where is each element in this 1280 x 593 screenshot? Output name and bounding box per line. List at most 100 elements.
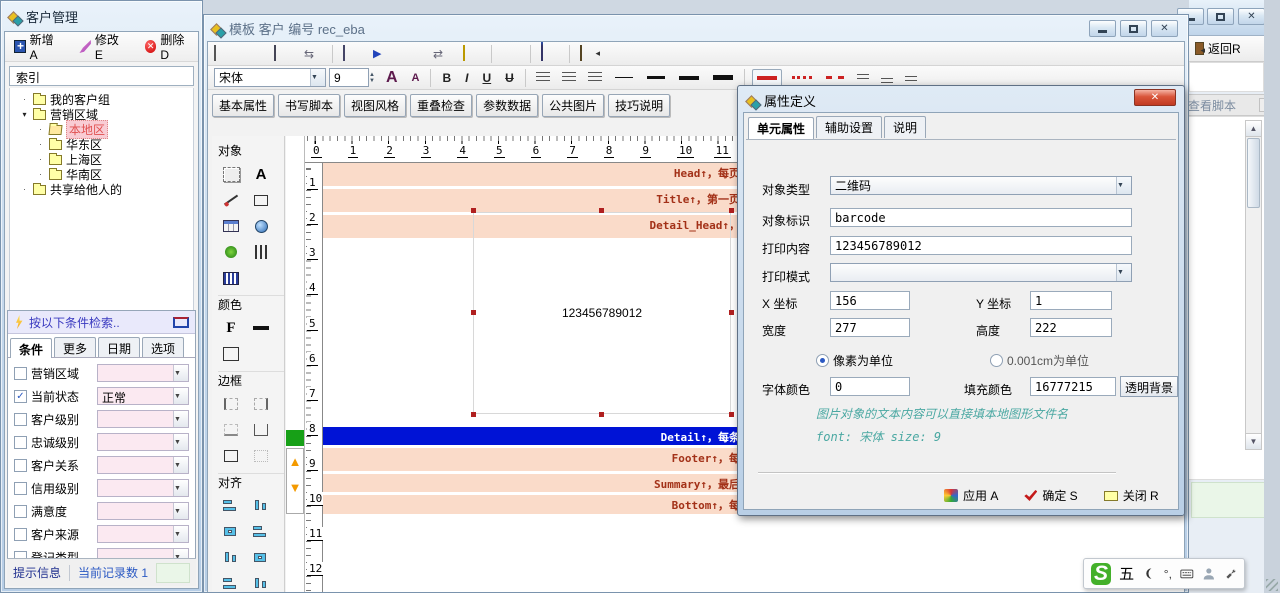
bold-button[interactable]: B [442, 71, 451, 85]
condition-select[interactable]: ▼ [97, 410, 189, 428]
moon-icon[interactable] [1142, 566, 1156, 581]
checkbox[interactable] [14, 528, 27, 541]
exit-door-button[interactable] [580, 46, 598, 62]
maximize-button[interactable] [1120, 20, 1147, 37]
condition-select[interactable]: ▼ [97, 525, 189, 543]
minimize-button[interactable] [1089, 20, 1116, 37]
resize-handle[interactable] [471, 412, 476, 417]
checkbox[interactable] [14, 367, 27, 380]
ok-button[interactable]: 确定 S [1024, 487, 1077, 504]
checkbox[interactable]: ✓ [14, 390, 27, 403]
line-color-button[interactable] [247, 316, 275, 340]
condition-select[interactable]: ▼ [97, 433, 189, 451]
print-content-input[interactable] [830, 236, 1132, 255]
filter-icon[interactable] [173, 317, 189, 328]
line-heavy-button[interactable] [713, 75, 733, 80]
new-file-button[interactable] [214, 46, 232, 62]
italic-button[interactable]: I [465, 71, 468, 85]
text-tool[interactable]: A [247, 162, 275, 186]
user-icon[interactable] [1202, 566, 1216, 581]
align-left-icon[interactable] [536, 72, 550, 83]
scroll-down-icon[interactable]: ▼ [1246, 433, 1261, 449]
font-color-input[interactable] [830, 377, 910, 396]
border-top-bottom-button[interactable] [247, 418, 275, 442]
condition-select[interactable]: ▼ [97, 364, 189, 382]
delete-button[interactable]: ✕删除D [140, 29, 194, 64]
align-button-4[interactable] [247, 520, 275, 544]
scroll-thumb[interactable] [1247, 138, 1260, 208]
border-right-button[interactable] [247, 392, 275, 416]
swap-button[interactable]: ⇄ [433, 46, 451, 62]
underline-button[interactable]: U [482, 71, 491, 85]
unit-cm-radio[interactable]: 0.001cm为单位 [990, 352, 1089, 369]
ime-mode-label[interactable]: 五 [1119, 563, 1134, 584]
barcode-tool[interactable] [217, 266, 245, 290]
unit-pixel-radio[interactable]: 像素为单位 [816, 352, 893, 369]
picture-button[interactable] [463, 46, 481, 62]
font-family-select[interactable]: 宋体▼ [214, 68, 326, 87]
run-button[interactable]: ▶ [373, 46, 391, 62]
add-button[interactable]: 新增A [9, 29, 62, 64]
return-button[interactable]: 返回R [1208, 40, 1241, 57]
font-enlarge-button[interactable]: A [386, 69, 398, 87]
align-center-icon[interactable] [562, 72, 576, 83]
condition-select[interactable]: ▼ [97, 456, 189, 474]
resize-handle[interactable] [599, 208, 604, 213]
line-thin-button[interactable] [615, 77, 633, 78]
search-tab-1[interactable]: 条件 [10, 338, 52, 358]
checkbox[interactable] [14, 413, 27, 426]
template-tab-5[interactable]: 参数数据 [476, 94, 538, 117]
tree-item[interactable]: ·本地区 [10, 122, 193, 137]
keyboard-icon[interactable] [1180, 566, 1194, 581]
height-input[interactable] [1030, 318, 1112, 337]
search-tab-2[interactable]: 更多 [54, 337, 96, 357]
line-tool[interactable] [217, 188, 245, 212]
dialog-close-button[interactable]: ✕ [1134, 89, 1176, 106]
line-medium-button[interactable] [647, 76, 665, 79]
close-dialog-button[interactable]: 关闭 R [1104, 487, 1159, 504]
object-id-input[interactable] [830, 208, 1132, 227]
condition-select[interactable]: ▼ [97, 479, 189, 497]
template-tab-3[interactable]: 视图风格 [344, 94, 406, 117]
main-maximize-button[interactable] [1207, 8, 1234, 25]
condition-select[interactable]: 正常▼ [97, 387, 189, 405]
transparent-bg-button[interactable]: 透明背景 [1120, 376, 1178, 397]
border-all-button[interactable] [217, 444, 245, 468]
x-coord-input[interactable] [830, 291, 910, 310]
index-header[interactable]: 索引 [9, 66, 194, 86]
ime-logo-icon[interactable]: S [1091, 563, 1111, 585]
resize-handle[interactable] [729, 310, 734, 315]
align-button-3[interactable] [217, 520, 245, 544]
font-size-stepper[interactable]: ▲▼ [369, 72, 375, 84]
fill-color-input[interactable] [1030, 377, 1116, 396]
special-object-tool[interactable] [217, 240, 245, 264]
line-red-solid-button[interactable] [752, 69, 782, 87]
window-button[interactable] [541, 46, 559, 62]
line-red-dashed-button[interactable] [826, 76, 844, 79]
resize-handle[interactable] [729, 208, 734, 213]
tree-item[interactable]: ·我的客户组 [10, 92, 193, 107]
border-none-button[interactable] [247, 444, 275, 468]
edit-button[interactable]: 修改E [74, 29, 127, 64]
align-button-2[interactable] [247, 494, 275, 518]
select-tool[interactable] [217, 162, 245, 186]
print-mode-select[interactable]: ▼ [830, 263, 1132, 282]
resize-handle[interactable] [599, 412, 604, 417]
copy-button[interactable] [343, 46, 361, 62]
dialog-tab-3[interactable]: 说明 [884, 116, 926, 138]
condition-select[interactable]: ▼ [97, 502, 189, 520]
checkbox[interactable] [14, 505, 27, 518]
rect-tool[interactable] [247, 188, 275, 212]
resize-handle[interactable] [471, 208, 476, 213]
checkbox[interactable] [14, 459, 27, 472]
align-right-icon[interactable] [588, 72, 602, 83]
tree-item[interactable]: ·上海区 [10, 152, 193, 167]
dialog-tab-2[interactable]: 辅助设置 [816, 116, 882, 138]
align-button-5[interactable] [217, 546, 245, 570]
template-tab-1[interactable]: 基本属性 [212, 94, 274, 117]
scroll-up-icon[interactable]: ▲ [1246, 121, 1261, 137]
red-tool-button[interactable] [403, 46, 421, 62]
close-button[interactable]: ✕ [1151, 20, 1178, 37]
open-folder-button[interactable] [244, 46, 262, 62]
convert-arrows-button[interactable]: ⇆ [304, 46, 322, 62]
